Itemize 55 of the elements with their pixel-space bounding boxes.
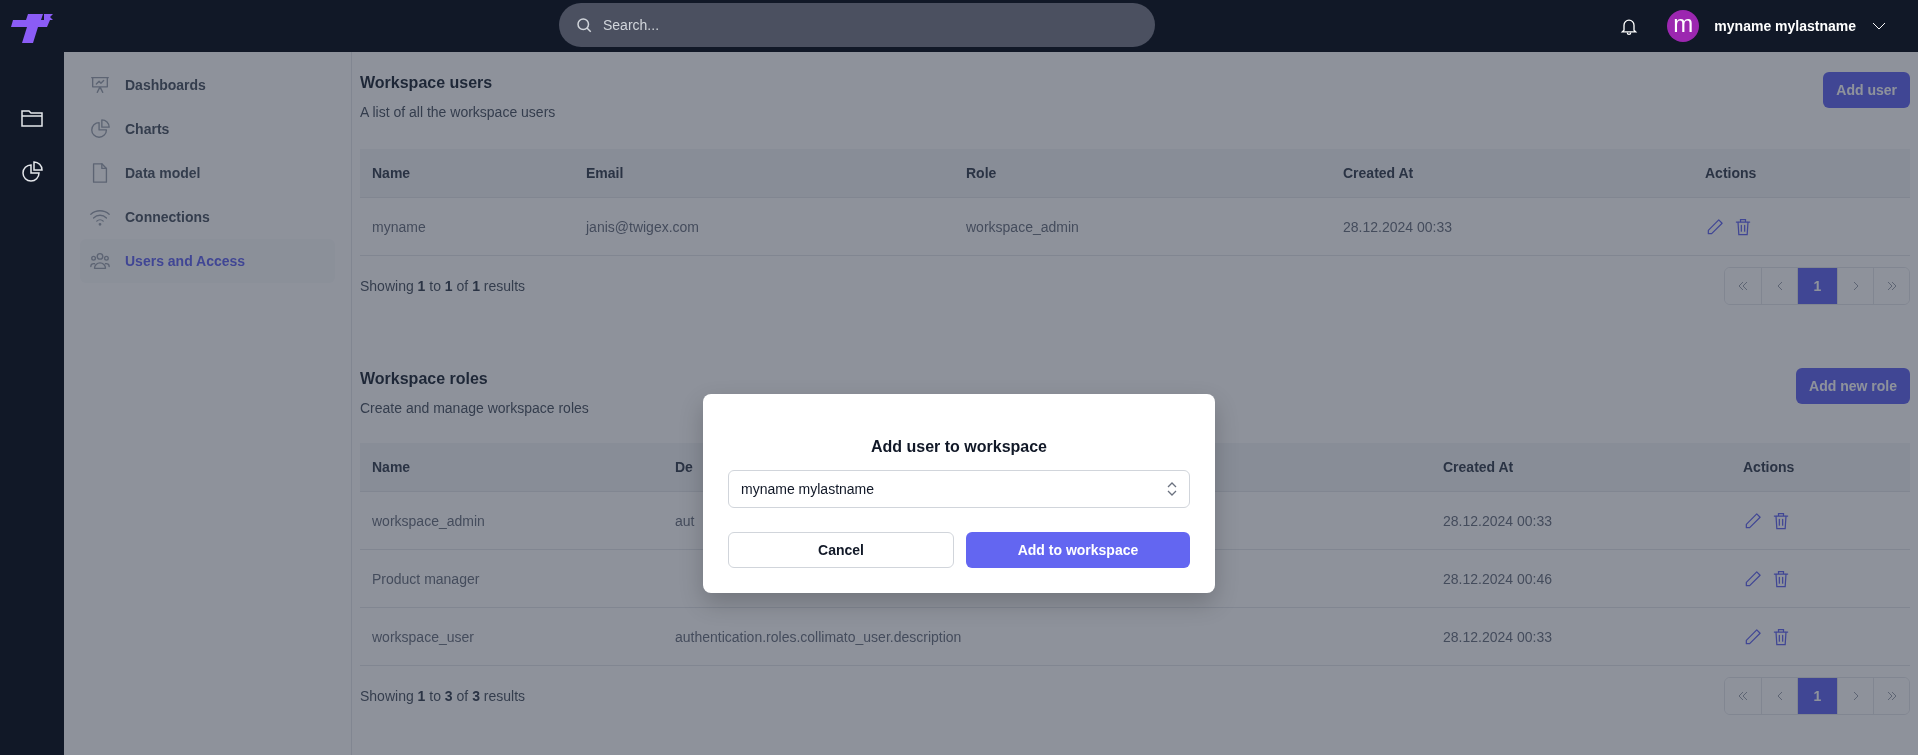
add-button[interactable]: Add new role xyxy=(1796,368,1910,404)
cancel-button[interactable]: Cancel xyxy=(728,532,954,568)
table-cell: workspace_user xyxy=(372,628,474,645)
delete-icon[interactable] xyxy=(1771,626,1791,647)
table-cell: 28.12.2024 00:33 xyxy=(1443,628,1552,645)
column-header: Created At xyxy=(1331,149,1693,198)
user-name[interactable]: myname mylastname xyxy=(1714,18,1856,34)
delete-icon[interactable] xyxy=(1733,216,1753,237)
column-header: Email xyxy=(574,149,954,198)
section-title: Workspace users xyxy=(360,74,494,92)
results-summary: Showing 1 to 3 of 3 results xyxy=(360,688,526,704)
people-icon xyxy=(89,250,111,272)
page-button[interactable]: 1 xyxy=(1797,678,1837,714)
edit-icon[interactable] xyxy=(1743,626,1763,647)
delete-icon[interactable] xyxy=(1771,568,1791,589)
logo-icon[interactable] xyxy=(10,12,54,44)
pie-chart-icon[interactable] xyxy=(20,160,44,184)
section-subtitle: A list of all the workspace users xyxy=(360,104,556,120)
table-cell: 28.12.2024 00:33 xyxy=(1343,218,1452,235)
edit-icon[interactable] xyxy=(1705,216,1725,237)
table-cell: aut xyxy=(675,512,695,529)
table-cell: workspace_admin xyxy=(966,218,1079,235)
edit-icon[interactable] xyxy=(1743,510,1763,531)
column-header: Name xyxy=(360,443,663,492)
delete-icon[interactable] xyxy=(1771,510,1791,531)
sidebar-item[interactable]: Data model xyxy=(80,151,335,195)
table-cell: 28.12.2024 00:33 xyxy=(1443,512,1552,529)
column-header: Created At xyxy=(1431,443,1731,492)
add-to-workspace-button[interactable]: Add to workspace xyxy=(966,532,1190,568)
section-subtitle: Create and manage workspace roles xyxy=(360,400,589,416)
column-header: Name xyxy=(360,149,574,198)
edit-icon[interactable] xyxy=(1743,568,1763,589)
table-cell: Product manager xyxy=(372,570,480,587)
user-select[interactable]: myname mylastname xyxy=(728,470,1190,508)
sidebar-item[interactable]: Dashboards xyxy=(80,63,335,107)
results-summary: Showing 1 to 1 of 1 results xyxy=(360,278,526,294)
up-down-chevrons-icon xyxy=(1165,480,1179,498)
column-header: Actions xyxy=(1693,149,1910,198)
column-header: Actions xyxy=(1731,443,1910,492)
presentation-board-icon xyxy=(89,74,111,96)
table-cell: myname xyxy=(372,218,426,235)
page-button[interactable]: 1 xyxy=(1797,268,1837,304)
table-cell: 28.12.2024 00:46 xyxy=(1443,570,1552,587)
pie-chart-icon xyxy=(89,118,111,140)
user-avatar[interactable]: m xyxy=(1667,10,1700,42)
table-cell: workspace_admin xyxy=(372,512,485,529)
search-field[interactable]: Search... xyxy=(559,3,1155,47)
column-header: Role xyxy=(954,149,1331,198)
table-cell: janis@twigex.com xyxy=(586,218,700,235)
search-icon xyxy=(575,16,593,34)
sidebar-item[interactable]: Connections xyxy=(80,195,335,239)
add-button[interactable]: Add user xyxy=(1823,72,1910,108)
section-title: Workspace roles xyxy=(360,370,489,388)
sidebar-item[interactable]: Charts xyxy=(80,107,335,151)
table-cell: authentication.roles.collimato_user.description xyxy=(675,628,962,645)
